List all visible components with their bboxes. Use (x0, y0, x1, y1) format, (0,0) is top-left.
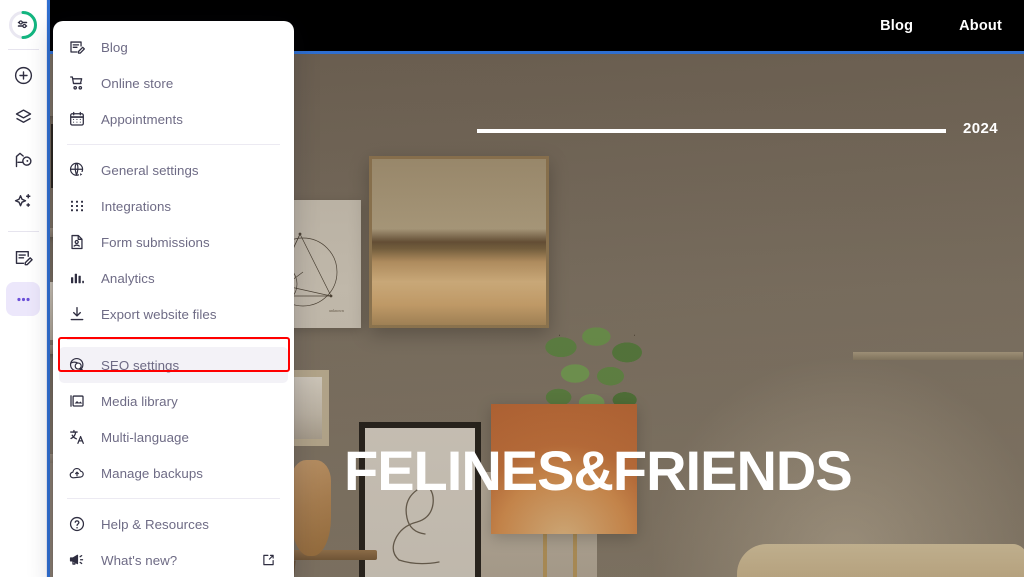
paint-palette-icon (13, 149, 34, 170)
hero-title: FELINES&FRIENDS (344, 439, 853, 502)
menu-item-label: SEO settings (101, 357, 180, 373)
site-nav-link-about[interactable]: About (959, 18, 1002, 34)
blog-edit-icon (13, 247, 34, 268)
menu-divider-3 (67, 498, 280, 499)
translate-icon (67, 427, 87, 447)
site-tools-menu: Blog Online store Appointments General s… (53, 21, 294, 577)
bar-chart-icon (67, 268, 87, 288)
svg-text:unknown: unknown (329, 308, 344, 313)
menu-item-help-and-resources[interactable]: Help & Resources (59, 506, 288, 542)
menu-item-form-submissions[interactable]: Form submissions (59, 224, 288, 260)
seo-search-icon (67, 355, 87, 375)
rail-item-more-tools[interactable] (6, 282, 40, 316)
rail-item-ai-assistant[interactable] (6, 184, 40, 218)
cloud-backup-icon (67, 463, 87, 483)
site-nav: Blog About (880, 0, 1002, 52)
menu-item-label: Blog (101, 39, 128, 55)
photo-landscape-painting (369, 156, 549, 328)
photo-sofa (737, 544, 1024, 577)
question-circle-icon (67, 514, 87, 534)
menu-item-seo-settings[interactable]: SEO settings (59, 347, 288, 383)
document-person-icon (67, 232, 87, 252)
menu-item-export-website-files[interactable]: Export website files (59, 296, 288, 332)
menu-item-analytics[interactable]: Analytics (59, 260, 288, 296)
menu-divider-1 (67, 144, 280, 145)
menu-item-integrations[interactable]: Integrations (59, 188, 288, 224)
menu-item-label: What's new? (101, 552, 178, 568)
menu-item-manage-backups[interactable]: Manage backups (59, 455, 288, 491)
photo-tall-vase (291, 460, 331, 556)
menu-item-blog[interactable]: Blog (59, 29, 288, 65)
sparkle-icon (13, 191, 34, 212)
menu-item-label: Media library (101, 393, 178, 409)
rail-item-theme-design[interactable] (6, 142, 40, 176)
layers-icon (13, 107, 34, 128)
menu-item-label: Online store (101, 75, 174, 91)
editor-window: unknown 2024 FELINES&FRIENDS Blog About … (0, 0, 1024, 577)
menu-item-label: Form submissions (101, 234, 210, 250)
menu-item-label: General settings (101, 162, 199, 178)
menu-item-label: Manage backups (101, 465, 203, 481)
shopping-cart-icon (67, 73, 87, 93)
menu-item-label: Analytics (101, 270, 155, 286)
menu-divider-2 (67, 339, 280, 340)
photo-right-shelf (853, 352, 1023, 360)
download-icon (67, 304, 87, 324)
menu-item-label: Appointments (101, 111, 183, 127)
rail-item-layers[interactable] (6, 100, 40, 134)
menu-item-label: Help & Resources (101, 516, 209, 532)
menu-item-label: Multi-language (101, 429, 189, 445)
site-nav-link-blog[interactable]: Blog (880, 18, 913, 34)
menu-item-general-settings[interactable]: General settings (59, 152, 288, 188)
plus-circle-icon (13, 65, 34, 86)
hero-divider-rule (477, 129, 946, 133)
editor-left-rail (0, 0, 47, 577)
rail-item-blog-manager[interactable] (6, 240, 40, 274)
external-link-icon[interactable] (261, 553, 276, 568)
grid-dots-icon (67, 196, 87, 216)
menu-item-online-store[interactable]: Online store (59, 65, 288, 101)
hero-year: 2024 (963, 120, 998, 137)
canvas-selection-left-edge (47, 0, 50, 577)
media-image-icon (67, 391, 87, 411)
menu-item-whats-new[interactable]: What's new? (59, 542, 288, 577)
globe-settings-icon (67, 160, 87, 180)
menu-item-media-library[interactable]: Media library (59, 383, 288, 419)
rail-divider-bottom (7, 231, 39, 232)
menu-item-label: Export website files (101, 306, 217, 322)
megaphone-icon (67, 550, 87, 570)
site-progress-logo[interactable] (8, 10, 38, 40)
menu-item-multi-language[interactable]: Multi-language (59, 419, 288, 455)
more-dots-icon (13, 289, 34, 310)
menu-item-appointments[interactable]: Appointments (59, 101, 288, 137)
blog-edit-icon (67, 37, 87, 57)
menu-item-label: Integrations (101, 198, 172, 214)
rail-item-add-element[interactable] (6, 58, 40, 92)
rail-divider-top (7, 49, 39, 50)
calendar-icon (67, 109, 87, 129)
